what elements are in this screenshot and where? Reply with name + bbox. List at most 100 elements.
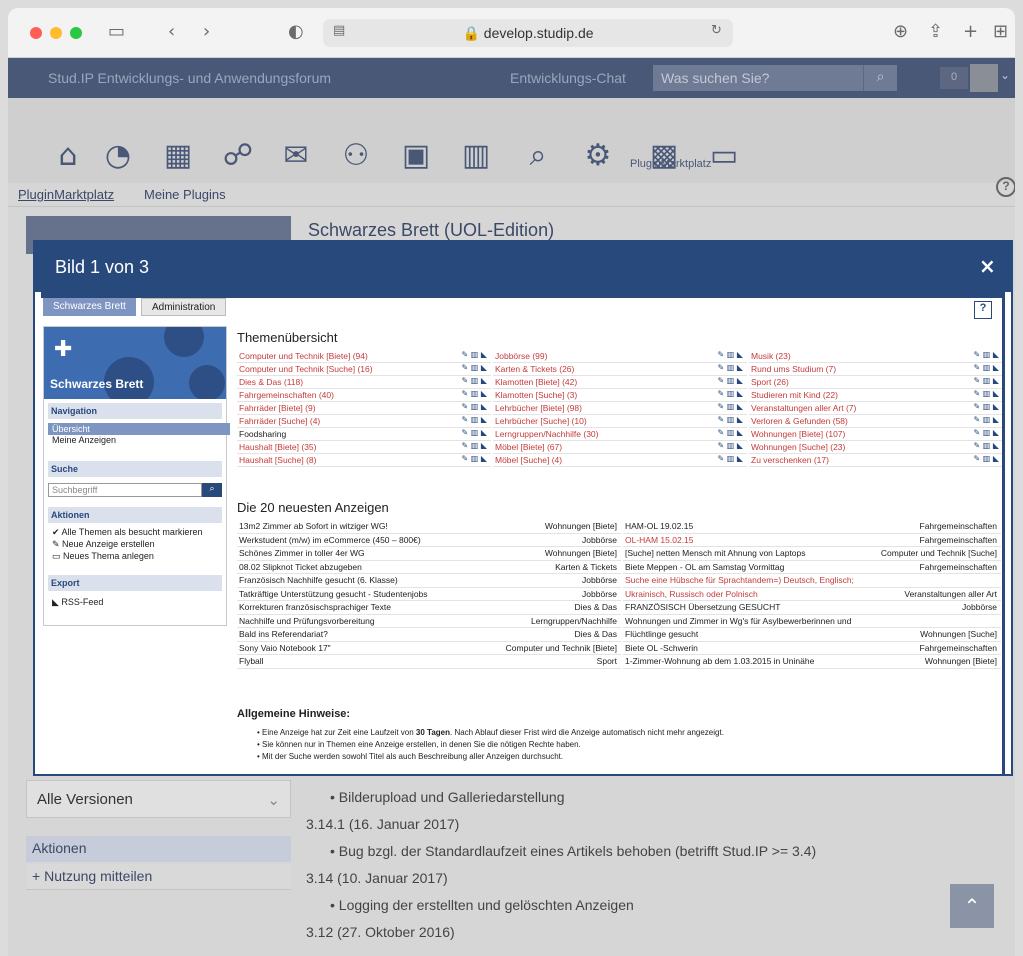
chevron-down-icon[interactable]: ⌄	[1000, 68, 1010, 82]
download-icon[interactable]: ⊕	[893, 21, 908, 42]
ad-category[interactable]: Karten & Tickets	[555, 562, 617, 572]
topic-actions-icon[interactable]: ✎ ▥ ◣	[974, 350, 1000, 359]
share-icon[interactable]: ⇪	[928, 21, 943, 42]
sidebar-item-uebersicht[interactable]: Übersicht	[48, 423, 230, 435]
ad-title[interactable]: Biete OL -Schwerin	[625, 643, 698, 653]
topic-link[interactable]: Rund ums Studium (7)	[751, 364, 836, 374]
ad-row[interactable]: Flyball Sport	[237, 655, 621, 669]
privacy-shield-icon[interactable]: ◐	[288, 21, 304, 42]
zoom-window-button[interactable]	[70, 27, 82, 39]
ad-row[interactable]: Ukrainisch, Russisch oder Polnisch Verans…	[623, 588, 1001, 601]
topic-link[interactable]: Wohnungen [Suche] (23)	[751, 442, 845, 452]
ad-row[interactable]: Nachhilfe und Prüfungsvorbereitung Lerngr…	[237, 615, 621, 628]
mark-all-visited-link[interactable]: ✔ Alle Themen als besucht markieren	[52, 527, 202, 538]
topic-link[interactable]: Lehrbücher [Suche] (10)	[495, 416, 587, 426]
topic-link[interactable]: Wohnungen [Biete] (107)	[751, 429, 845, 439]
ad-title[interactable]: Korrekturen französischsprachiger Texte	[239, 602, 391, 612]
topic-actions-icon[interactable]: ✎ ▥ ◣	[974, 441, 1000, 450]
ad-row[interactable]: OL-HAM 15.02.15 Fahrgemeinschaften	[623, 534, 1001, 547]
ad-title[interactable]: Biete Meppen - OL am Samstag Vormittag	[625, 562, 784, 572]
ad-category[interactable]: Dies & Das	[574, 629, 617, 639]
topic-actions-icon[interactable]: ✎ ▥ ◣	[462, 363, 488, 372]
topic-link[interactable]: Möbel [Suche] (4)	[495, 455, 562, 465]
sidebar-toggle-icon[interactable]: ▭	[108, 21, 125, 42]
ad-title[interactable]: Schönes Zimmer in toller 4er WG	[239, 548, 365, 558]
search-icon[interactable]: ⌕	[863, 65, 897, 91]
ad-category[interactable]: Wohnungen [Suche]	[920, 629, 997, 639]
ad-row[interactable]: FRANZÖSISCH Übersetzung GESUCHT Jobbörse	[623, 601, 1001, 615]
ad-category[interactable]: Sport	[597, 656, 617, 666]
topic-actions-icon[interactable]: ✎ ▥ ◣	[462, 428, 488, 437]
topic-link[interactable]: Lerngruppen/Nachhilfe (30)	[495, 429, 598, 439]
topic-link[interactable]: Klamotten [Biete] (42)	[495, 377, 577, 387]
tab-administration[interactable]: Administration	[141, 298, 227, 316]
rss-feed-link[interactable]: ◣ RSS-Feed	[52, 597, 103, 608]
ad-category[interactable]: Fahrgemeinschaften	[920, 643, 998, 653]
ad-row[interactable]: 13m2 Zimmer ab Sofort in witziger WG! Woh…	[237, 520, 621, 534]
ad-title[interactable]: Sony Vaio Notebook 17"	[239, 643, 331, 653]
topic-actions-icon[interactable]: ✎ ▥ ◣	[462, 441, 488, 450]
topic-actions-icon[interactable]: ✎ ▥ ◣	[718, 376, 744, 385]
scroll-to-top-button[interactable]: ⌃	[950, 884, 994, 928]
topic-actions-icon[interactable]: ✎ ▥ ◣	[974, 402, 1000, 411]
topic-actions-icon[interactable]: ✎ ▥ ◣	[462, 402, 488, 411]
ad-category[interactable]: Computer und Technik [Biete]	[506, 643, 617, 653]
ad-title[interactable]: Bald ins Referendariat?	[239, 629, 328, 639]
ad-title[interactable]: 13m2 Zimmer ab Sofort in witziger WG!	[239, 521, 388, 531]
help-icon[interactable]: ?	[974, 301, 992, 319]
topic-actions-icon[interactable]: ✎ ▥ ◣	[718, 350, 744, 359]
minimize-window-button[interactable]	[50, 27, 62, 39]
ad-category[interactable]: Fahrgemeinschaften	[920, 521, 998, 531]
address-bar[interactable]: ▤ 🔒 develop.studip.de ↻	[323, 19, 733, 47]
ad-title[interactable]: 1-Zimmer-Wohnung ab dem 1.03.2015 in Uni…	[625, 656, 814, 666]
ad-category[interactable]: Veranstaltungen aller Art	[904, 589, 997, 599]
close-icon[interactable]: ×	[979, 254, 996, 278]
ad-row[interactable]: Biete Meppen - OL am Samstag Vormittag Fa…	[623, 561, 1001, 574]
forum-title-link[interactable]: Stud.IP Entwicklungs- und Anwendungsforu…	[48, 70, 331, 86]
ad-title[interactable]: Tatkräftige Unterstützung gesucht - Stud…	[239, 589, 428, 599]
topic-link[interactable]: Fahrgemeinschaften (40)	[239, 390, 334, 400]
ad-row[interactable]: [Suche] netten Mensch mit Ahnung von Lap…	[623, 547, 1001, 561]
profile-icon[interactable]: ▣	[398, 138, 434, 174]
notification-counter[interactable]: 0	[940, 67, 968, 89]
topic-actions-icon[interactable]: ✎ ▥ ◣	[718, 454, 744, 463]
topic-link[interactable]: Jobbörse (99)	[495, 351, 547, 361]
topic-link[interactable]: Karten & Tickets (26)	[495, 364, 574, 374]
home-icon[interactable]: ⌂	[50, 138, 86, 174]
topic-actions-icon[interactable]: ✎ ▥ ◣	[718, 389, 744, 398]
sidebar-search-input[interactable]: Suchbegriff	[48, 483, 202, 497]
courses-icon[interactable]: ◔	[100, 138, 136, 174]
monitor-icon[interactable]: ▭	[706, 138, 742, 174]
ad-category[interactable]: Fahrgemeinschaften	[920, 535, 998, 545]
tab-schwarzes-brett[interactable]: Schwarzes Brett	[43, 298, 136, 316]
ad-category[interactable]: Fahrgemeinschaften	[920, 562, 998, 572]
ad-row[interactable]: 08.02 Slipknot Ticket abzugeben Karten & …	[237, 561, 621, 574]
ad-title[interactable]: Wohnungen und Zimmer in Wg's für Asylbew…	[625, 616, 851, 626]
tab-overview-icon[interactable]: ⊞	[993, 21, 1008, 42]
topic-link[interactable]: Dies & Das (118)	[239, 377, 303, 387]
ad-category[interactable]: Wohnungen [Biete]	[545, 548, 617, 558]
schedule-icon[interactable]: ▦	[160, 138, 196, 174]
topic-link[interactable]: Computer und Technik [Suche] (16)	[239, 364, 373, 374]
ad-category[interactable]: Jobbörse	[582, 535, 617, 545]
topic-link[interactable]: Veranstaltungen aller Art (7)	[751, 403, 856, 413]
topic-link[interactable]: Verloren & Gefunden (58)	[751, 416, 848, 426]
topic-actions-icon[interactable]: ✎ ▥ ◣	[974, 454, 1000, 463]
ad-row[interactable]: HAM-OL 19.02.15 Fahrgemeinschaften	[623, 520, 1001, 534]
ad-title[interactable]: Französisch Nachhilfe gesucht (6. Klasse…	[239, 575, 398, 585]
topic-actions-icon[interactable]: ✎ ▥ ◣	[718, 441, 744, 450]
ad-title[interactable]: Flyball	[239, 656, 264, 666]
topic-link[interactable]: Fahrräder [Biete] (9)	[239, 403, 316, 413]
back-icon[interactable]: ‹	[168, 21, 175, 42]
topic-actions-icon[interactable]: ✎ ▥ ◣	[974, 363, 1000, 372]
topic-link[interactable]: Lehrbücher [Biete] (98)	[495, 403, 582, 413]
new-ad-link[interactable]: ✎ Neue Anzeige erstellen	[52, 539, 155, 550]
sidebar-item-meine-anzeigen[interactable]: Meine Anzeigen	[52, 435, 116, 445]
topic-actions-icon[interactable]: ✎ ▥ ◣	[718, 402, 744, 411]
topic-link[interactable]: Fahrräder [Suche] (4)	[239, 416, 320, 426]
global-search-input[interactable]: Was suchen Sie?	[653, 65, 863, 91]
ad-row[interactable]: Biete OL -Schwerin Fahrgemeinschaften	[623, 642, 1001, 655]
ad-row[interactable]: Bald ins Referendariat? Dies & Das	[237, 628, 621, 642]
ad-category[interactable]: Wohnungen [Biete]	[545, 521, 617, 531]
people-icon[interactable]: ⚇	[338, 138, 374, 174]
